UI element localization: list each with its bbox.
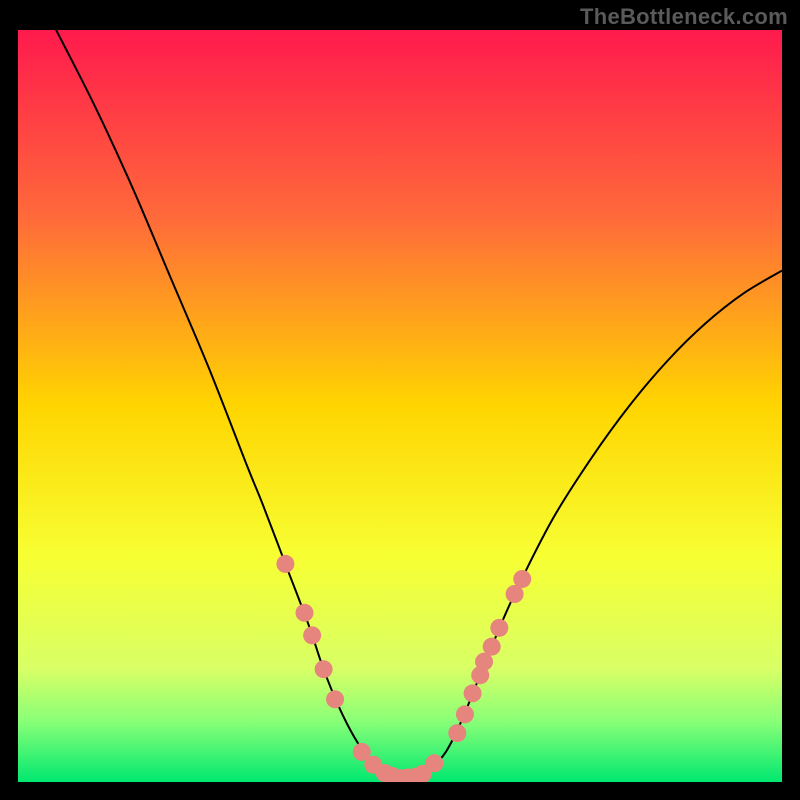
data-marker bbox=[464, 684, 482, 702]
watermark-text: TheBottleneck.com bbox=[580, 4, 788, 30]
data-marker bbox=[425, 754, 443, 772]
data-marker bbox=[456, 705, 474, 723]
data-marker bbox=[296, 604, 314, 622]
data-marker bbox=[513, 570, 531, 588]
gradient-background bbox=[18, 30, 782, 782]
plot-area bbox=[18, 30, 782, 782]
data-marker bbox=[490, 619, 508, 637]
data-marker bbox=[448, 724, 466, 742]
chart-stage: TheBottleneck.com bbox=[0, 0, 800, 800]
data-marker bbox=[303, 626, 321, 644]
data-marker bbox=[483, 638, 501, 656]
data-marker bbox=[276, 555, 294, 573]
data-marker bbox=[326, 690, 344, 708]
plot-svg bbox=[18, 30, 782, 782]
data-marker bbox=[315, 660, 333, 678]
